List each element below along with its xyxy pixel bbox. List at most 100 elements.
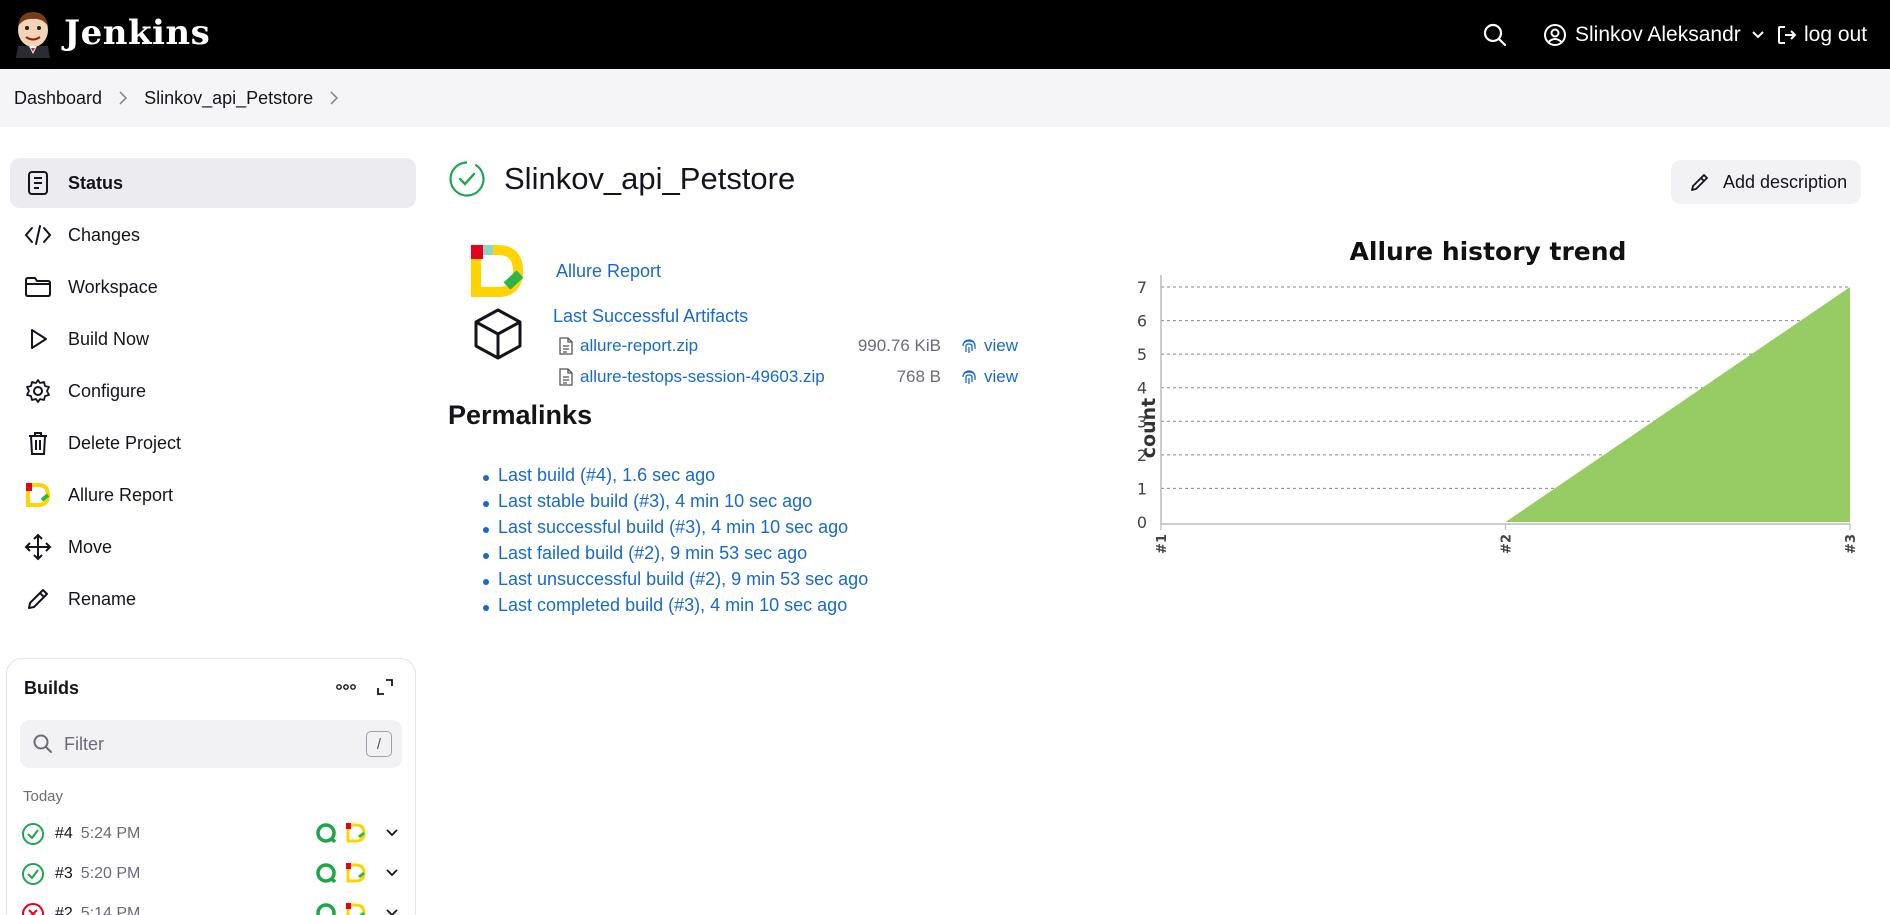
permalink[interactable]: Last successful build (#3), 4 min 10 sec… bbox=[498, 517, 848, 537]
chart-x-tick-label: #3 bbox=[1844, 534, 1859, 554]
build-time: 5:20 PM bbox=[80, 865, 141, 882]
trash-icon bbox=[24, 429, 52, 457]
sidebar-item-label: Status bbox=[68, 172, 124, 193]
permalink[interactable]: Last completed build (#3), 4 min 10 sec … bbox=[498, 595, 847, 615]
brand-name: Jenkins bbox=[64, 13, 211, 53]
permalink[interactable]: Last unsuccessful build (#2), 9 min 53 s… bbox=[498, 569, 868, 589]
permalink[interactable]: Last build (#4), 1.6 sec ago bbox=[498, 465, 715, 485]
chart-area-series bbox=[1161, 287, 1850, 522]
last-successful-artifacts-link[interactable]: Last Successful Artifacts bbox=[553, 306, 748, 327]
chart-y-tick-label: 7 bbox=[1137, 278, 1147, 297]
logout-button[interactable]: log out bbox=[1776, 18, 1867, 52]
artifact-size: 990.76 KiB bbox=[857, 336, 941, 355]
breadcrumb-project[interactable]: Slinkov_api_Petstore bbox=[144, 88, 313, 109]
builds-expand-button[interactable] bbox=[375, 677, 395, 697]
user-name: Slinkov Aleksandr bbox=[1575, 23, 1741, 46]
build-row[interactable]: #4 5:24 PM bbox=[21, 816, 401, 852]
permalinks-list: Last build (#4), 1.6 sec ago Last stable… bbox=[482, 465, 868, 621]
artifact-view-link[interactable]: view bbox=[960, 367, 1018, 387]
success-icon bbox=[22, 823, 44, 845]
sidebar-item-label: Allure Report bbox=[68, 484, 174, 505]
breadcrumb: Dashboard Slinkov_api_Petstore bbox=[0, 69, 1890, 127]
allure-icon[interactable] bbox=[345, 862, 367, 884]
testops-icon[interactable] bbox=[315, 862, 337, 884]
move-icon bbox=[24, 533, 52, 561]
fingerprint-icon bbox=[962, 370, 976, 384]
allure-report-link[interactable]: Allure Report bbox=[556, 261, 661, 282]
chevron-down-icon[interactable] bbox=[385, 868, 399, 878]
sidebar-item-status[interactable]: Status bbox=[10, 158, 416, 208]
filter-shortcut-key: / bbox=[366, 731, 392, 757]
user-icon bbox=[1544, 24, 1566, 46]
chart-y-tick-label: 2 bbox=[1137, 446, 1147, 465]
sidebar-item-label: Configure bbox=[68, 380, 147, 401]
search-button[interactable] bbox=[1482, 22, 1508, 48]
project-header: Slinkov_api_Petstore bbox=[448, 160, 795, 198]
sidebar-item-label: Move bbox=[68, 536, 113, 557]
builds-filter[interactable]: / bbox=[20, 720, 402, 768]
list-item: Last build (#4), 1.6 sec ago bbox=[482, 465, 868, 491]
jenkins-home-link[interactable]: Jenkins bbox=[12, 8, 210, 58]
filter-input[interactable] bbox=[64, 733, 344, 755]
sidebar-item-changes[interactable]: Changes bbox=[10, 210, 416, 260]
permalinks-heading: Permalinks bbox=[448, 400, 593, 430]
allure-history-trend-chart[interactable]: Allure history trend count 01234567#1 #2 #… bbox=[1108, 232, 1868, 622]
sidebar-item-move[interactable]: Move bbox=[10, 522, 416, 572]
chevron-down-icon bbox=[1752, 31, 1764, 39]
build-number[interactable]: #4 bbox=[55, 825, 73, 843]
file-icon bbox=[559, 368, 573, 386]
chevron-right-icon[interactable] bbox=[329, 91, 339, 105]
sidebar-item-configure[interactable]: Configure bbox=[10, 366, 416, 416]
view-link-label[interactable]: view bbox=[984, 367, 1018, 387]
build-number[interactable]: #2 bbox=[55, 905, 73, 915]
sidebar-item-workspace[interactable]: Workspace bbox=[10, 262, 416, 312]
build-row-icons bbox=[315, 822, 399, 844]
chevron-down-icon[interactable] bbox=[385, 828, 399, 838]
pencil-icon bbox=[24, 585, 52, 613]
build-row[interactable]: #2 5:14 PM bbox=[21, 896, 401, 915]
chevron-down-icon[interactable] bbox=[385, 908, 399, 915]
artifact-link[interactable]: allure-report.zip bbox=[580, 336, 698, 356]
jenkins-logo-icon bbox=[16, 12, 50, 58]
package-icon bbox=[474, 308, 522, 360]
status-icon bbox=[24, 169, 52, 197]
allure-icon[interactable] bbox=[345, 822, 367, 844]
gear-icon bbox=[24, 377, 52, 405]
build-time: 5:14 PM bbox=[80, 905, 141, 915]
testops-icon[interactable] bbox=[315, 822, 337, 844]
view-link-label[interactable]: view bbox=[984, 336, 1018, 356]
more-icon bbox=[336, 684, 356, 690]
play-icon bbox=[24, 325, 52, 353]
code-icon bbox=[24, 221, 52, 249]
sidebar-item-allure-report[interactable]: Allure Report bbox=[10, 470, 416, 520]
chart-x-tick-label: #2 bbox=[1500, 534, 1515, 554]
list-item: Last failed build (#2), 9 min 53 sec ago bbox=[482, 543, 868, 569]
list-item: Last unsuccessful build (#2), 9 min 53 s… bbox=[482, 569, 868, 595]
build-number[interactable]: #3 bbox=[55, 865, 73, 883]
logout-icon bbox=[1778, 26, 1797, 44]
artifact-link[interactable]: allure-testops-session-49603.zip bbox=[580, 367, 825, 387]
chart-y-tick-label: 5 bbox=[1137, 345, 1147, 364]
builds-more-button[interactable] bbox=[333, 677, 359, 697]
builds-panel: Builds / Today #4 5:24 PM #3 5:20 PM bbox=[6, 658, 416, 915]
list-item: Last stable build (#3), 4 min 10 sec ago bbox=[482, 491, 868, 517]
breadcrumb-dashboard[interactable]: Dashboard bbox=[14, 88, 102, 109]
top-header: Jenkins Slinkov Aleksandr log out bbox=[0, 0, 1890, 69]
add-description-button[interactable]: Add description bbox=[1671, 160, 1861, 204]
sidebar-item-rename[interactable]: Rename bbox=[10, 574, 416, 624]
permalink[interactable]: Last stable build (#3), 4 min 10 sec ago bbox=[498, 491, 812, 511]
allure-icon[interactable] bbox=[345, 902, 367, 915]
sidebar-item-label: Workspace bbox=[68, 276, 158, 297]
permalink[interactable]: Last failed build (#2), 9 min 53 sec ago bbox=[498, 543, 807, 563]
build-row[interactable]: #3 5:20 PM bbox=[21, 856, 401, 892]
user-menu-button[interactable]: Slinkov Aleksandr bbox=[1543, 18, 1765, 52]
chart-y-tick-label: 1 bbox=[1137, 479, 1147, 498]
testops-icon[interactable] bbox=[315, 902, 337, 915]
chart-plot-area: 0 1 2 3 4 5 6 7 #1 #2 #3 bbox=[1137, 275, 1859, 554]
artifact-view-link[interactable]: view bbox=[960, 336, 1018, 356]
sidebar-item-build-now[interactable]: Build Now bbox=[10, 314, 416, 364]
search-icon bbox=[1483, 23, 1507, 47]
failed-icon bbox=[22, 903, 44, 915]
chart-y-tick-label: 6 bbox=[1137, 312, 1147, 331]
sidebar-item-delete-project[interactable]: Delete Project bbox=[10, 418, 416, 468]
